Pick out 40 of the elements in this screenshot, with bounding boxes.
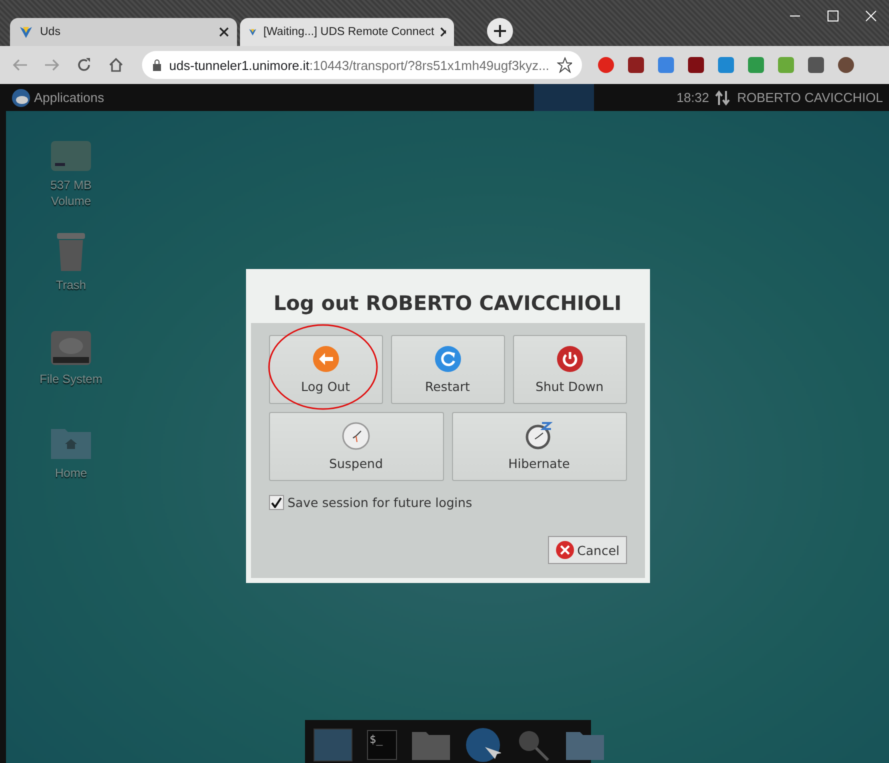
cancel-button[interactable]: Cancel [548,536,626,564]
plus-icon [494,25,506,37]
action-button[interactable]: Hibernate [452,412,626,481]
arrow-left-icon [312,345,340,373]
globe-icon[interactable] [464,727,500,763]
workspace-switcher[interactable] [534,84,594,111]
clock-icon [342,422,370,450]
star-icon[interactable] [557,57,572,73]
trash-icon [55,231,87,273]
action-button[interactable]: Shut Down [512,335,626,404]
extension-icon[interactable] [598,57,614,73]
lock-icon [152,59,162,71]
refresh-icon [434,345,462,373]
action-button[interactable]: Suspend [268,412,444,481]
clock: 18:32 [676,90,710,105]
folder-icon[interactable] [564,729,604,761]
logo-icon [18,24,34,40]
action-button[interactable]: Log Out [268,335,382,404]
user-name[interactable]: ROBERTO CAVICCHIOL [737,90,883,105]
dialog-title: Log out ROBERTO CAVICCHIOLI [272,290,623,317]
avatar-icon[interactable] [838,57,854,73]
network-icon [715,90,732,106]
address-field[interactable]: uds-tunneler1.unimore.it:10443/transport/?8rs51x1mh49ugf3kyz... [142,51,582,79]
new-tab-button[interactable] [487,18,513,44]
applications-menu[interactable]: Applications [12,88,104,106]
maximize-icon[interactable] [825,8,841,24]
checkbox[interactable] [268,495,284,510]
extension-icon[interactable] [688,57,704,73]
extension-icon[interactable] [628,57,644,73]
clock-icon [525,422,553,450]
home-folder-icon[interactable] [410,729,450,761]
save-session-checkbox[interactable]: Save session for future logins [268,495,626,510]
puzzle-icon[interactable] [808,57,824,73]
browser-tab[interactable]: [Waiting...] UDS Remote Connect [240,18,454,46]
terminal-icon[interactable]: $_ [366,730,396,760]
logo-icon [12,88,30,106]
action-button[interactable]: Restart [390,335,504,404]
power-icon [556,345,584,373]
browser-tab[interactable]: Uds [10,18,237,46]
drive-icon [49,139,93,173]
